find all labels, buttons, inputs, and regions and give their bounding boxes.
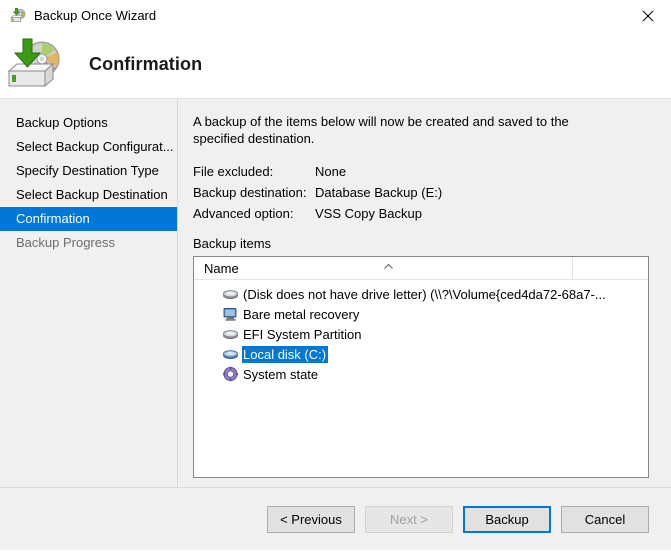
sidebar-item-backup-progress: Backup Progress	[16, 235, 115, 250]
backup-disk-icon	[9, 7, 27, 25]
wizard-header: Confirmation	[0, 31, 671, 98]
detail-value: VSS Copy Backup	[315, 206, 422, 221]
intro-text: A backup of the items below will now be …	[193, 114, 569, 146]
next-button: Next >	[365, 505, 453, 533]
detail-label: Advanced option:	[193, 206, 294, 221]
sidebar-item-confirmation[interactable]: Confirmation	[0, 207, 177, 231]
cancel-button[interactable]: Cancel	[561, 505, 649, 533]
list-item-label: System state	[243, 366, 319, 382]
title-bar: Backup Once Wizard	[0, 0, 671, 31]
page-title: Confirmation	[89, 54, 203, 74]
list-item[interactable]: EFI System Partition	[194, 324, 648, 344]
window-title: Backup Once Wizard	[34, 8, 157, 23]
list-item[interactable]: System state	[194, 364, 648, 384]
list-item[interactable]: Bare metal recovery	[194, 304, 648, 324]
list-item[interactable]: (Disk does not have drive letter) (\\?\V…	[194, 284, 648, 304]
previous-button[interactable]: < Previous	[267, 505, 355, 533]
disk-icon	[222, 286, 239, 302]
backup-items-label: Backup items	[193, 236, 272, 251]
list-item-selected[interactable]: Local disk (C:)	[194, 344, 648, 364]
system-state-icon	[222, 366, 239, 382]
backup-details: File excluded: None Backup destination: …	[193, 161, 649, 224]
chevron-up-icon	[383, 258, 394, 269]
detail-row-backup-destination: Backup destination: Database Backup (E:)	[193, 182, 649, 203]
sidebar-item-select-backup-destination[interactable]: Select Backup Destination	[0, 183, 177, 207]
detail-value: None	[315, 164, 347, 179]
window-bottom-edge	[0, 550, 671, 556]
list-item-label: (Disk does not have drive letter) (\\?\V…	[243, 286, 606, 302]
wizard-steps-sidebar: Backup Options Select Backup Configurat.…	[0, 99, 178, 487]
computer-icon	[222, 306, 239, 322]
sidebar-item-specify-destination-type[interactable]: Specify Destination Type	[0, 159, 177, 183]
list-item-label: Local disk (C:)	[242, 345, 329, 363]
list-item-label: Bare metal recovery	[243, 306, 360, 322]
detail-label: Backup destination:	[193, 185, 307, 200]
wizard-content: A backup of the items below will now be …	[178, 99, 671, 487]
backup-button[interactable]: Backup	[463, 505, 551, 533]
detail-row-advanced-option: Advanced option: VSS Copy Backup	[193, 203, 649, 224]
disk-blue-icon	[222, 346, 239, 362]
backup-once-wizard-window: Backup Once Wizard Confirmation Backup O…	[0, 0, 671, 556]
list-rows: (Disk does not have drive letter) (\\?\V…	[194, 280, 648, 384]
detail-row-file-excluded: File excluded: None	[193, 161, 649, 182]
wizard-footer: < Previous Next > Backup Cancel	[0, 487, 671, 550]
close-icon[interactable]	[625, 0, 671, 31]
backup-items-listbox[interactable]: Name (Disk does not have drive letter) (…	[193, 256, 649, 478]
backup-disk-arrow-icon	[5, 37, 71, 93]
list-item-label: EFI System Partition	[243, 326, 362, 342]
wizard-body: Backup Options Select Backup Configurat.…	[0, 98, 671, 487]
detail-value: Database Backup (E:)	[315, 185, 443, 200]
column-header-name: Name	[204, 260, 239, 276]
sidebar-item-select-backup-configuration[interactable]: Select Backup Configurat...	[0, 135, 177, 159]
list-column-header[interactable]: Name	[194, 257, 648, 280]
disk-icon	[222, 326, 239, 342]
sidebar-item-backup-options[interactable]: Backup Options	[0, 111, 177, 135]
column-separator	[572, 257, 573, 279]
detail-label: File excluded:	[193, 164, 274, 179]
